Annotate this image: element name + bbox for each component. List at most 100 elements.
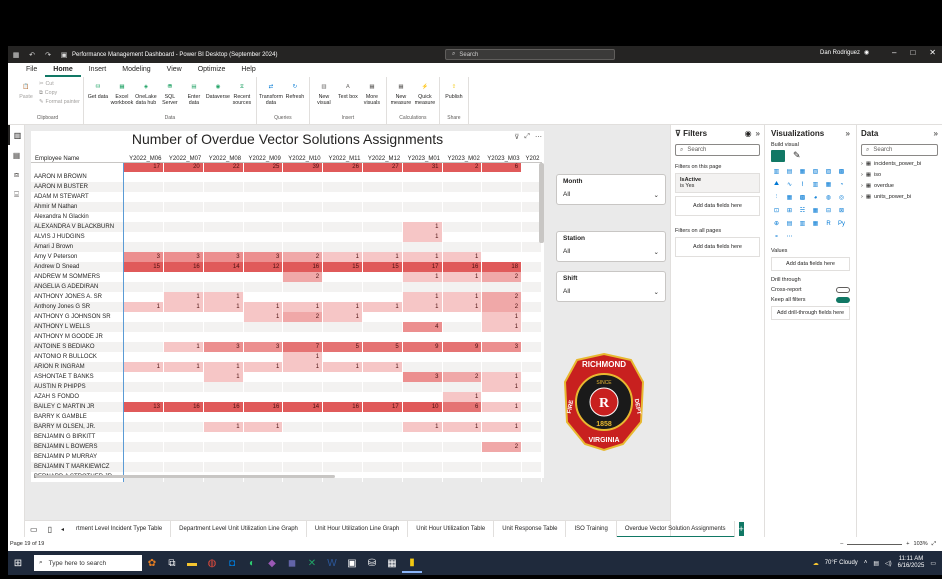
value-cell[interactable]: [521, 242, 542, 252]
data-ribbon-button-5[interactable]: ◉ Dataverse: [206, 80, 230, 101]
menu-file[interactable]: File: [18, 63, 45, 77]
table-row[interactable]: BAILEY C MARTIN JR 13 16 16 16 14 16 17 10 6 1: [31, 402, 542, 412]
employee-name-cell[interactable]: ANTHONY M GOODE JR: [31, 332, 125, 342]
visual-type-icon[interactable]: ▤: [784, 218, 795, 229]
network-icon[interactable]: ▤: [873, 560, 879, 567]
widget-icon[interactable]: ✿: [142, 553, 162, 573]
value-cell[interactable]: [322, 172, 363, 182]
value-cell[interactable]: [481, 252, 523, 262]
value-cell[interactable]: [203, 242, 244, 252]
queries-ribbon-button-1[interactable]: ↻ Refresh: [284, 80, 306, 101]
value-cell[interactable]: [123, 202, 164, 212]
visual-type-icon[interactable]: ▧: [810, 166, 821, 177]
employee-name-cell[interactable]: Amari J Brown: [31, 242, 125, 252]
value-cell[interactable]: [322, 212, 363, 222]
value-cell[interactable]: 14: [203, 262, 244, 272]
value-cell[interactable]: 2: [282, 252, 324, 262]
value-cell[interactable]: 1: [322, 312, 363, 322]
value-cell[interactable]: [123, 222, 164, 232]
value-cell[interactable]: 1: [243, 422, 284, 432]
value-cell[interactable]: [481, 462, 523, 472]
zoom-out-icon[interactable]: –: [840, 541, 843, 547]
value-cell[interactable]: [203, 352, 244, 362]
value-cell[interactable]: 2: [481, 272, 523, 282]
value-cell[interactable]: [123, 182, 164, 192]
value-cell[interactable]: [362, 192, 403, 202]
value-cell[interactable]: [362, 242, 403, 252]
employee-name-cell[interactable]: ADAM M STEWART: [31, 192, 125, 202]
value-cell[interactable]: [481, 202, 523, 212]
value-cell[interactable]: [442, 432, 483, 442]
table-row[interactable]: BARRY M OLSEN, JR. 1 1 1 1 1: [31, 422, 542, 432]
visual-type-icon[interactable]: ◎: [836, 192, 847, 203]
value-cell[interactable]: [243, 352, 284, 362]
value-cell[interactable]: [402, 362, 443, 372]
value-cell[interactable]: [442, 362, 483, 372]
value-cell[interactable]: [521, 442, 542, 452]
value-cell[interactable]: 2: [481, 292, 523, 302]
column-header[interactable]: Y2022_M08: [203, 149, 244, 163]
employee-name-cell[interactable]: ANGELIA G ADEDIRAN: [31, 282, 125, 292]
dax-query-icon[interactable]: ⌸: [8, 185, 25, 205]
value-cell[interactable]: [521, 272, 542, 282]
employee-name-cell[interactable]: AZAH S FONDO: [31, 392, 125, 402]
visual-type-icon[interactable]: ▨: [823, 166, 834, 177]
zoom-slider[interactable]: [847, 543, 903, 545]
value-cell[interactable]: [123, 412, 164, 422]
value-cell[interactable]: [402, 212, 443, 222]
value-cell[interactable]: [243, 462, 284, 472]
value-cell[interactable]: 14: [282, 402, 324, 412]
value-cell[interactable]: [243, 292, 284, 302]
visual-type-icon[interactable]: ☵: [797, 205, 808, 216]
value-cell[interactable]: [203, 432, 244, 442]
table-row[interactable]: ANTOINE S BEDIAKO 1 3 3 7 5 5 9 9 3: [31, 342, 542, 352]
table-row[interactable]: ASHONTAE T BANKS 1 3 2 1: [31, 372, 542, 382]
value-cell[interactable]: [163, 242, 204, 252]
menu-optimize[interactable]: Optimize: [190, 63, 234, 77]
value-cell[interactable]: 1: [203, 422, 244, 432]
visual-type-icon[interactable]: ▩: [836, 166, 847, 177]
visual-type-icon[interactable]: ⊞: [784, 205, 795, 216]
value-cell[interactable]: [362, 292, 403, 302]
table-row[interactable]: Amari J Brown: [31, 242, 542, 252]
value-cell[interactable]: [203, 332, 244, 342]
desktop-layout-icon[interactable]: ▭: [25, 525, 43, 534]
value-cell[interactable]: [282, 442, 324, 452]
value-cell[interactable]: [243, 272, 284, 282]
value-cell[interactable]: [123, 382, 164, 392]
value-cell[interactable]: [521, 362, 542, 372]
value-cell[interactable]: [481, 392, 523, 402]
value-cell[interactable]: [322, 422, 363, 432]
employee-name-cell[interactable]: ANTHONY JONES A. SR: [31, 292, 125, 302]
value-cell[interactable]: [402, 432, 443, 442]
value-cell[interactable]: [521, 392, 542, 402]
value-cell[interactable]: 16: [163, 402, 204, 412]
column-header-employee-name[interactable]: Employee Name: [31, 149, 124, 163]
page-tab[interactable]: Department Level Unit Utilization Line G…: [171, 520, 307, 538]
value-cell[interactable]: [481, 232, 523, 242]
value-cell[interactable]: 1: [402, 302, 443, 312]
slicer-station[interactable]: Station All ⌄: [556, 231, 666, 262]
data-search-input[interactable]: ⌕ Search: [861, 144, 938, 156]
value-cell[interactable]: 4: [402, 322, 443, 332]
value-cell[interactable]: [163, 372, 204, 382]
value-cell[interactable]: [521, 412, 542, 422]
value-cell[interactable]: [362, 172, 403, 182]
visual-type-icon[interactable]: ∿: [784, 179, 795, 190]
value-cell[interactable]: [442, 312, 483, 322]
visual-type-icon[interactable]: ▦: [810, 205, 821, 216]
employee-name-cell[interactable]: Alexandra N Glackin: [31, 212, 125, 222]
table-row[interactable]: ANTHONY G JOHNSON SR 1 2 1 1: [31, 312, 542, 322]
value-cell[interactable]: [123, 342, 164, 352]
value-cell[interactable]: [123, 442, 164, 452]
column-header[interactable]: Y2022_M10: [282, 149, 323, 163]
visual-type-icon[interactable]: ◕: [810, 192, 821, 203]
value-cell[interactable]: [123, 272, 164, 282]
undo-icon[interactable]: ↶: [27, 50, 37, 60]
value-cell[interactable]: [243, 282, 284, 292]
chevron-up-icon[interactable]: ˄: [864, 560, 868, 566]
value-cell[interactable]: [163, 462, 204, 472]
visual-type-icon[interactable]: ▦: [784, 192, 795, 203]
value-cell[interactable]: [481, 192, 523, 202]
table-row[interactable]: ANTHONY M GOODE JR: [31, 332, 542, 342]
